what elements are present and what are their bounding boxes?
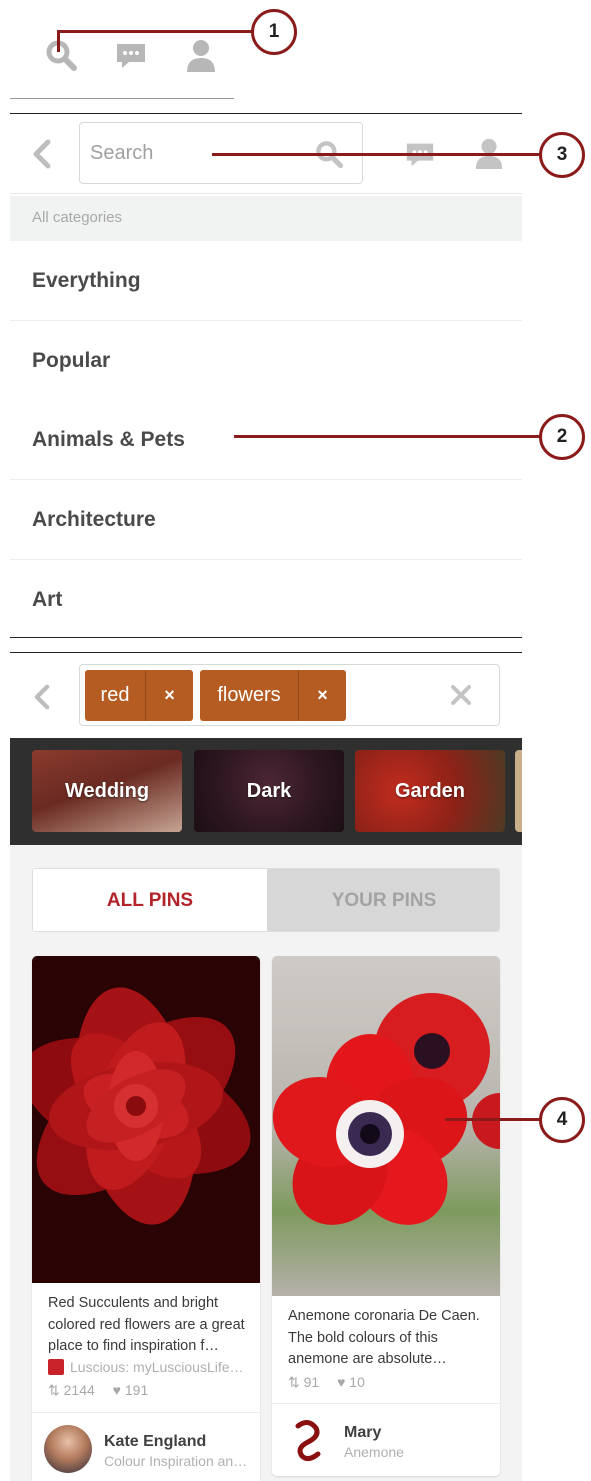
categories-header-label: All categories (32, 209, 123, 226)
pin-image[interactable] (272, 956, 500, 1296)
guide-garden[interactable]: Garden (355, 750, 505, 832)
category-label: Popular (32, 349, 111, 372)
pins-content: ALL PINS YOUR PINS Red Succulents and br… (10, 845, 522, 1481)
pin-board-name: Colour Inspiration an… (104, 1453, 248, 1469)
pin-card[interactable]: Red Succulents and bright colored red fl… (32, 956, 260, 1481)
pin-board-name: Anemone (344, 1444, 404, 1460)
repin-count: 2144 (63, 1382, 95, 1398)
pin-source[interactable]: Luscious: myLusciousLife… (48, 1359, 248, 1375)
category-label: Architecture (32, 508, 156, 531)
repin-icon: ⇅ (48, 1382, 60, 1398)
search-icon[interactable] (44, 38, 78, 72)
avatar (284, 1416, 332, 1464)
pin-user-name: Kate England (104, 1433, 207, 1450)
category-label: Everything (32, 269, 141, 292)
repin-icon: ⇅ (288, 1374, 300, 1390)
pin-source-label: Luscious: myLusciousLife… (70, 1359, 244, 1375)
search-tag-flowers: flowers × (200, 670, 346, 721)
source-logo-icon (48, 1359, 64, 1375)
category-item-art[interactable]: Art (10, 560, 522, 640)
profile-icon[interactable] (184, 38, 218, 72)
top-icon-strip (10, 0, 234, 100)
repin-count: 91 (303, 1374, 320, 1390)
divider (10, 98, 234, 99)
back-arrow-icon[interactable] (28, 138, 56, 170)
tag-search-bar: red × flowers × (10, 654, 522, 738)
callout-line (57, 30, 253, 33)
category-label: Animals & Pets (32, 428, 185, 451)
guide-label: Wedding (64, 780, 150, 802)
category-item-architecture[interactable]: Architecture (10, 480, 522, 560)
callout-badge-3: 3 (539, 132, 585, 178)
callout-line (57, 30, 60, 52)
tag-label: red (100, 684, 130, 706)
heart-icon: ♥ (112, 1382, 121, 1398)
pins-tab-switch: ALL PINS YOUR PINS (32, 868, 500, 932)
category-label: Art (32, 588, 63, 611)
callout-line (445, 1118, 540, 1121)
pin-user-row[interactable]: Mary Anemone (272, 1403, 500, 1476)
category-item-animals-pets[interactable]: Animals & Pets (10, 400, 522, 480)
pin-user-row[interactable]: Kate England Colour Inspiration an… (32, 1412, 260, 1481)
back-arrow-icon[interactable] (30, 682, 54, 712)
callout-line (234, 435, 540, 438)
guide-label: Dark (246, 780, 292, 802)
callout-badge-2: 2 (539, 414, 585, 460)
search-tag-red: red × (85, 670, 193, 721)
tab-all-pins[interactable]: ALL PINS (33, 869, 267, 931)
like-count: 10 (349, 1374, 365, 1390)
tab-your-pins[interactable]: YOUR PINS (267, 869, 499, 931)
category-item-popular[interactable]: Popular (10, 321, 522, 401)
pin-card[interactable]: Anemone coronaria De Caen. The bold colo… (272, 956, 500, 1476)
guide-dark[interactable]: Dark (194, 750, 344, 832)
pin-stats: ⇅ 91 ♥ 10 (288, 1374, 379, 1391)
guide-wedding[interactable]: Wedding (32, 750, 182, 832)
pin-stats: ⇅ 2144 ♥ 191 (48, 1382, 162, 1399)
callout-badge-4: 4 (539, 1097, 585, 1143)
section-divider (10, 637, 522, 638)
guided-search-strip: Wedding Dark Garden (10, 738, 522, 845)
pin-image[interactable] (32, 956, 260, 1283)
remove-tag-button[interactable]: × (145, 670, 193, 721)
callout-badge-1: 1 (251, 9, 297, 55)
pin-description: Red Succulents and bright colored red fl… (48, 1295, 245, 1354)
tag-label: flowers (217, 684, 281, 706)
clear-search-icon[interactable] (447, 681, 475, 709)
remove-tag-button[interactable]: × (298, 670, 346, 721)
categories-header: All categories (10, 196, 522, 241)
pin-description: Anemone coronaria De Caen. The bold colo… (288, 1308, 480, 1367)
guide-label: Garden (394, 780, 466, 802)
guide-partial[interactable] (515, 750, 522, 832)
avatar (44, 1425, 92, 1473)
tag-input-field[interactable]: red × flowers × (79, 664, 500, 726)
pin-user-name: Mary (344, 1424, 382, 1441)
like-count: 191 (124, 1382, 149, 1398)
callout-line (212, 153, 540, 156)
category-item-everything[interactable]: Everything (10, 241, 522, 321)
heart-icon: ♥ (337, 1374, 346, 1390)
section-divider (10, 652, 522, 653)
messages-icon[interactable] (114, 38, 148, 72)
